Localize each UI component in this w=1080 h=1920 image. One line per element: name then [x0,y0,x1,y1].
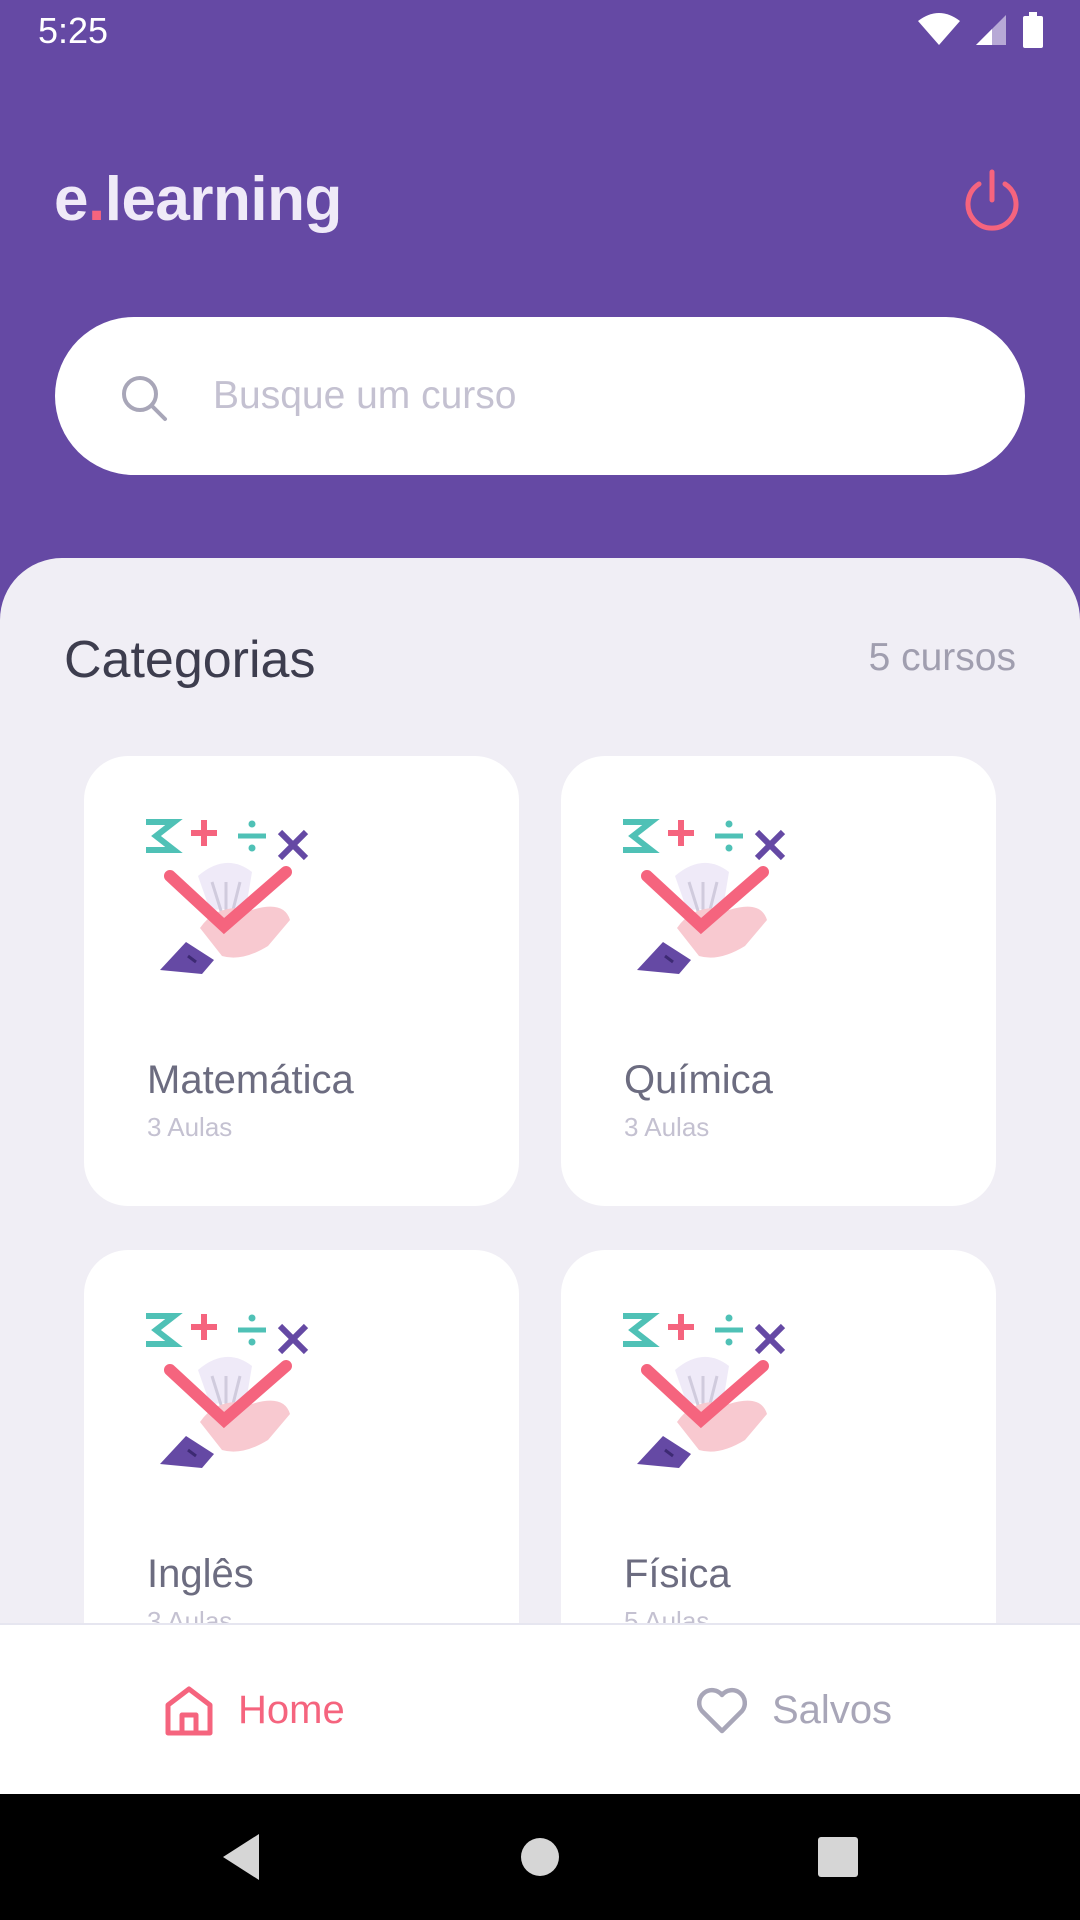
heart-icon [696,1687,748,1733]
tab-home-label: Home [238,1688,345,1732]
math-illustration-icon [146,1313,309,1468]
category-card-matematica[interactable]: Matemática 3 Aulas [84,756,519,1206]
categories-title: Categorias [64,631,316,689]
categories-section: Categorias 5 cursos Matemática 3 Aulas Q… [0,558,1080,1623]
logo-main: e [54,165,88,234]
header: e.learning [0,64,1080,564]
tab-home[interactable]: Home [164,1625,345,1796]
search-input[interactable] [213,361,973,431]
math-illustration-icon [623,1313,786,1468]
status-bar: 5:25 [0,0,1080,64]
back-icon[interactable] [209,1826,271,1888]
app-logo: e.learning [54,164,342,235]
power-icon [965,169,1019,231]
search-bar[interactable] [55,317,1025,475]
card-title: Inglês [147,1552,254,1596]
card-lessons: 5 Aulas [624,1606,710,1623]
category-card-ingles[interactable]: Inglês 3 Aulas [84,1250,519,1623]
card-lessons: 3 Aulas [147,1112,233,1142]
tab-saved[interactable]: Salvos [696,1625,892,1796]
logo-dot: . [87,165,105,234]
math-illustration-icon [146,819,309,974]
card-title: Física [624,1552,731,1596]
card-title: Química [624,1058,773,1102]
recents-icon[interactable] [807,1826,869,1888]
home-nav-icon[interactable] [509,1826,571,1888]
signal-icon [976,15,1006,45]
wifi-icon [918,13,960,45]
logout-button[interactable] [960,168,1024,232]
card-lessons: 3 Aulas [624,1112,710,1142]
status-time: 5:25 [38,10,109,51]
bottom-tab-bar: Home Salvos [0,1623,1080,1794]
category-card-fisica[interactable]: Física 5 Aulas [561,1250,996,1623]
system-navigation-bar [0,1794,1080,1920]
math-illustration-icon [623,819,786,974]
courses-count: 5 cursos [868,636,1016,679]
home-icon [165,1686,213,1735]
tab-saved-label: Salvos [772,1688,893,1732]
card-lessons: 3 Aulas [147,1606,233,1623]
status-icons [918,12,1044,48]
card-title: Matemática [147,1058,354,1102]
logo-rest: learning [104,165,343,234]
search-icon [122,376,167,421]
category-card-quimica[interactable]: Química 3 Aulas [561,756,996,1206]
battery-icon [1023,12,1043,48]
